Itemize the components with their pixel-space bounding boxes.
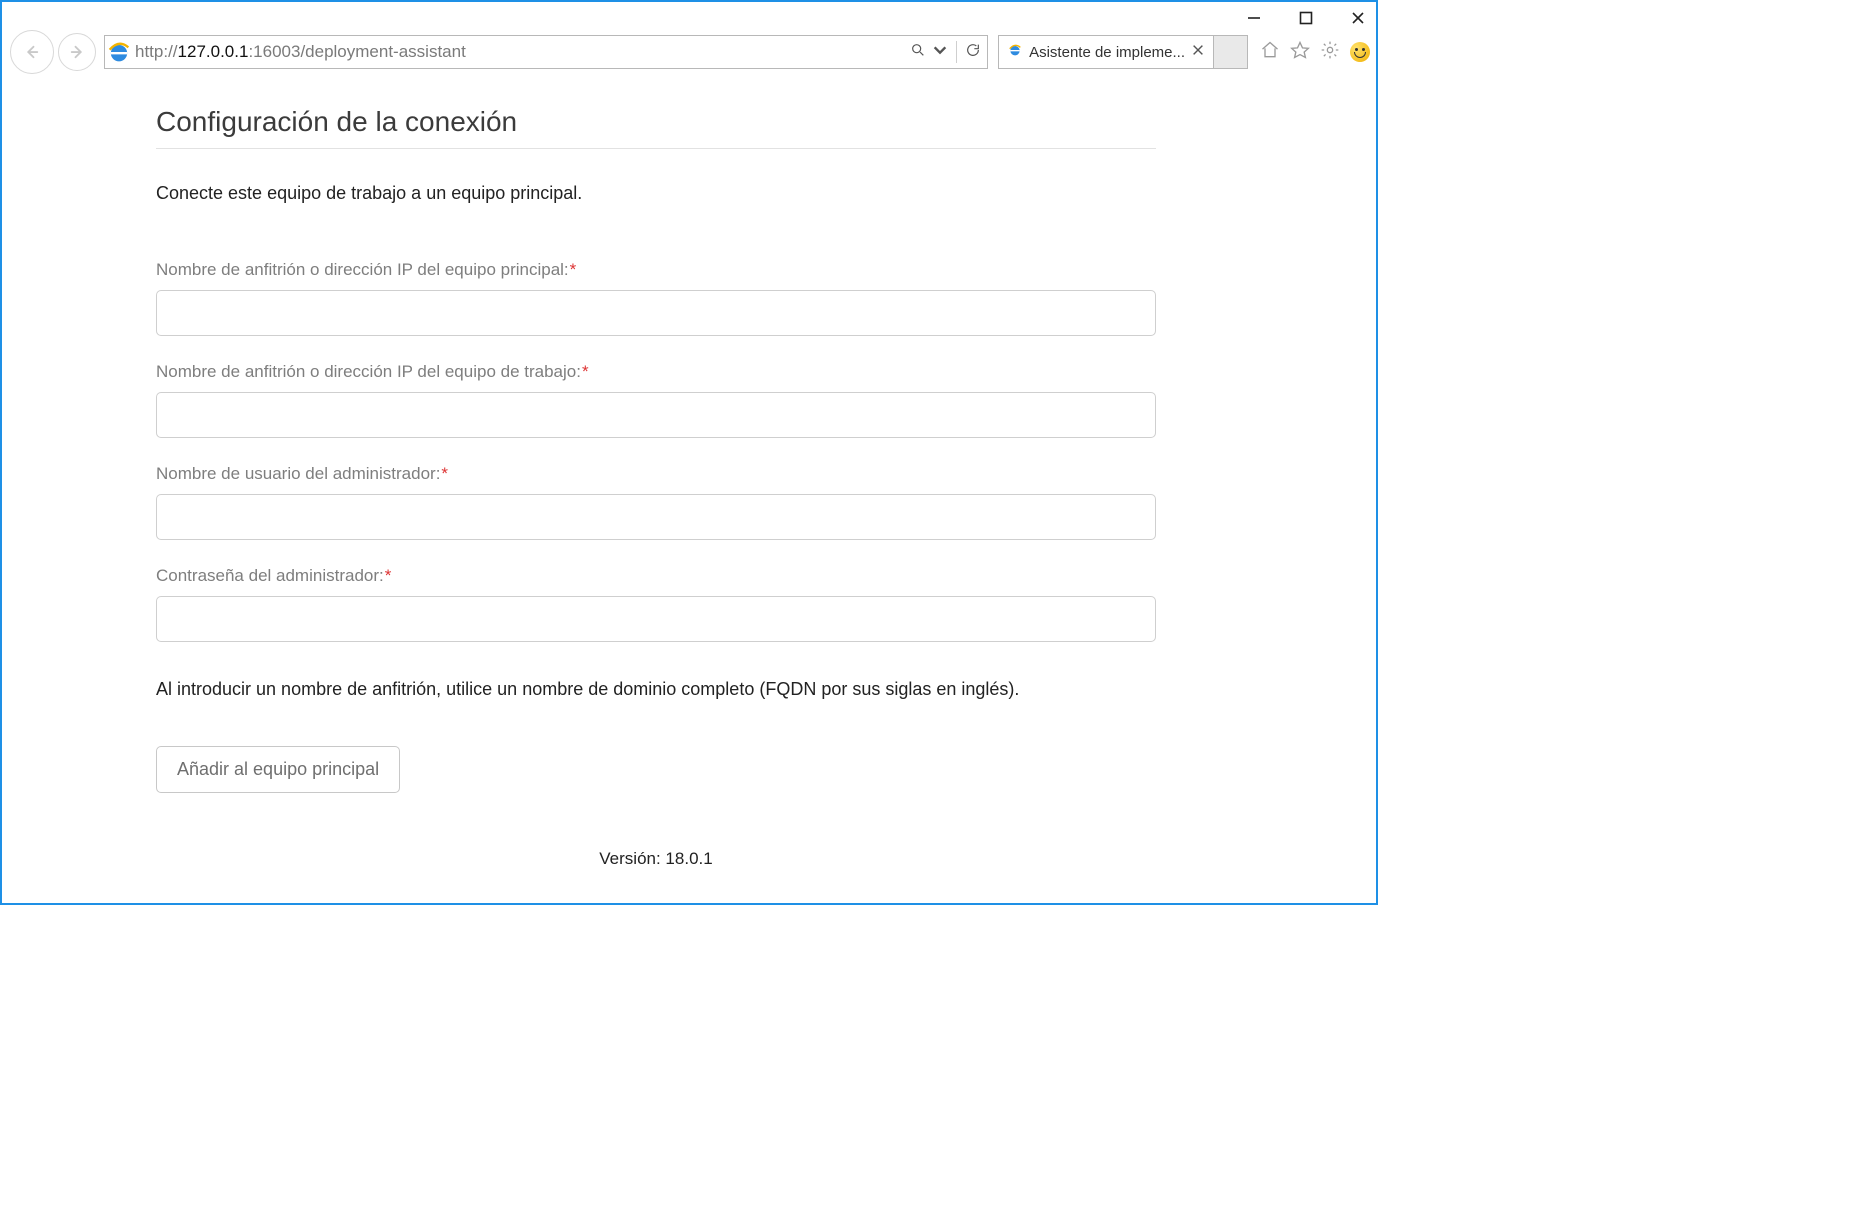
search-dropdown-icon[interactable] (932, 42, 948, 63)
required-mark: * (441, 464, 448, 483)
required-mark: * (385, 566, 392, 585)
version-label: Versión: 18.0.1 (156, 849, 1156, 869)
feedback-smiley-icon[interactable] (1350, 42, 1370, 62)
label-admin-pass-text: Contraseña del administrador: (156, 566, 384, 585)
tab-title: Asistente de impleme... (1029, 44, 1185, 61)
nav-forward-button[interactable] (58, 33, 96, 71)
url-host: 127.0.0.1 (178, 42, 249, 62)
window-close-button[interactable] (1346, 6, 1370, 30)
ie-logo-icon (105, 36, 133, 68)
input-admin-user[interactable] (156, 494, 1156, 540)
tab-close-icon[interactable] (1191, 43, 1205, 61)
address-tools (904, 36, 987, 68)
search-icon[interactable] (910, 42, 926, 63)
page-title: Configuración de la conexión (156, 106, 1156, 149)
page-viewport: Configuración de la conexión Conecte est… (2, 78, 1376, 903)
input-work-host[interactable] (156, 392, 1156, 438)
required-mark: * (570, 260, 577, 279)
field-primary-host: Nombre de anfitrión o dirección IP del e… (156, 260, 1156, 336)
window-controls (1242, 6, 1370, 30)
browser-tab-active[interactable]: Asistente de impleme... (998, 35, 1214, 69)
label-admin-user-text: Nombre de usuario del administrador: (156, 464, 440, 483)
tabstrip: Asistente de impleme... (998, 35, 1248, 69)
address-bar[interactable]: http://127.0.0.1:16003/deployment-assist… (104, 35, 988, 69)
home-icon[interactable] (1260, 40, 1280, 65)
submit-add-to-primary-button[interactable]: Añadir al equipo principal (156, 746, 400, 793)
window-maximize-button[interactable] (1294, 6, 1318, 30)
label-admin-user: Nombre de usuario del administrador:* (156, 464, 1156, 484)
label-work-host: Nombre de anfitrión o dirección IP del e… (156, 362, 1156, 382)
settings-gear-icon[interactable] (1320, 40, 1340, 65)
field-admin-user: Nombre de usuario del administrador:* (156, 464, 1156, 540)
address-text[interactable]: http://127.0.0.1:16003/deployment-assist… (133, 36, 904, 68)
field-admin-pass: Contraseña del administrador:* (156, 566, 1156, 642)
ie-window: http://127.0.0.1:16003/deployment-assist… (0, 0, 1378, 905)
label-primary-host-text: Nombre de anfitrión o dirección IP del e… (156, 260, 569, 279)
url-path: /deployment-assistant (300, 42, 465, 62)
separator (956, 41, 957, 63)
required-mark: * (582, 362, 589, 381)
refresh-icon[interactable] (965, 42, 981, 63)
new-tab-button[interactable] (1214, 35, 1248, 69)
label-admin-pass: Contraseña del administrador:* (156, 566, 1156, 586)
url-port: :16003 (248, 42, 300, 62)
helper-text: Al introducir un nombre de anfitrión, ut… (156, 676, 1116, 702)
nav-back-button[interactable] (10, 30, 54, 74)
page-content: Configuración de la conexión Conecte est… (156, 106, 1156, 869)
field-work-host: Nombre de anfitrión o dirección IP del e… (156, 362, 1156, 438)
label-primary-host: Nombre de anfitrión o dirección IP del e… (156, 260, 1156, 280)
url-scheme: http:// (135, 42, 178, 62)
browser-tools (1252, 40, 1370, 65)
window-minimize-button[interactable] (1242, 6, 1266, 30)
favorites-icon[interactable] (1290, 40, 1310, 65)
ie-page-icon (1007, 42, 1023, 62)
intro-text: Conecte este equipo de trabajo a un equi… (156, 183, 1156, 204)
input-admin-pass[interactable] (156, 596, 1156, 642)
browser-chrome: http://127.0.0.1:16003/deployment-assist… (2, 26, 1376, 78)
input-primary-host[interactable] (156, 290, 1156, 336)
label-work-host-text: Nombre de anfitrión o dirección IP del e… (156, 362, 581, 381)
